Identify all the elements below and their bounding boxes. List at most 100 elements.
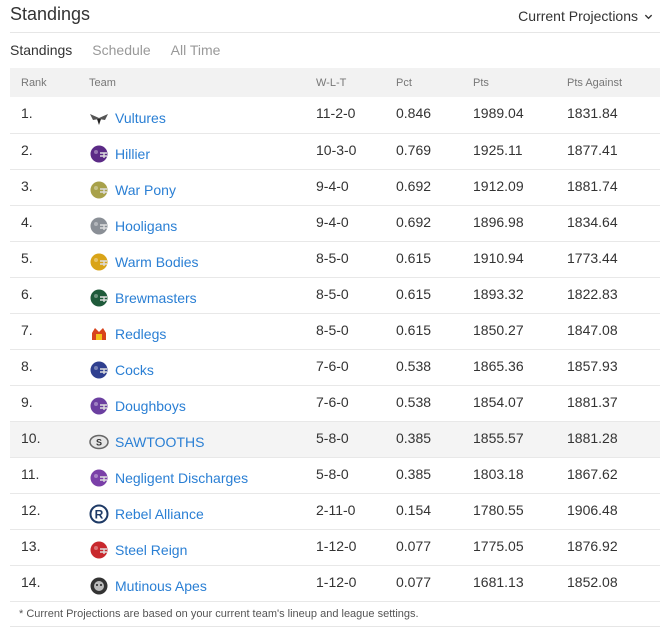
team-link[interactable]: Warm Bodies [115,254,199,270]
pts-cell: 1775.05 [473,537,524,554]
table-row: 10. S SAWTOOTHS 5-8-0 0.385 1855.57 1881.28 [10,421,660,457]
pts-cell: 1912.09 [473,177,524,194]
col-team: Team [89,76,116,89]
pct-cell: 0.154 [396,501,432,518]
pts-cell: 1989.04 [473,105,524,121]
pts-cell: 1893.32 [473,285,524,302]
pts-against-cell: 1834.64 [567,213,618,230]
pts-cell: 1850.27 [473,321,524,338]
wlt-cell: 9-4-0 [316,177,349,194]
pct-cell: 0.385 [396,429,432,446]
footnote: * Current Projections are based on your … [19,608,419,620]
pct-cell: 0.385 [396,465,432,482]
col-rank: Rank [21,76,47,89]
rank-cell: 14. [21,573,41,590]
table-row: 6. Brewmasters 8-5-0 0.615 1893.32 1822.83 [10,277,660,313]
team-logo-icon [90,181,108,199]
team-logo-icon [90,253,108,271]
pct-cell: 0.769 [396,141,432,158]
team-link[interactable]: Redlegs [115,326,166,342]
pct-cell: 0.538 [396,357,432,374]
team-logo-icon [90,469,108,487]
team-logo-icon [90,289,108,307]
team-link[interactable]: Hillier [115,146,150,162]
projection-label: Current Projections [518,8,638,24]
pct-cell: 0.538 [396,393,432,410]
team-link[interactable]: Hooligans [115,218,177,234]
table-row: 5. Warm Bodies 8-5-0 0.615 1910.94 1773.44 [10,241,660,277]
team-link[interactable]: Brewmasters [115,290,197,306]
pts-against-cell: 1877.41 [567,141,618,158]
table-row: 3. War Pony 9-4-0 0.692 1912.09 1881.74 [10,169,660,205]
team-link[interactable]: Vultures [115,110,166,126]
projection-dropdown[interactable]: Current Projections [518,8,653,24]
pts-cell: 1681.13 [473,573,524,590]
team-link[interactable]: War Pony [115,182,176,198]
team-cell: Brewmasters [89,277,316,313]
team-cell: Hillier [89,133,316,169]
pct-cell: 0.615 [396,249,432,266]
wlt-cell: 8-5-0 [316,249,349,266]
pct-cell: 0.846 [396,105,432,121]
team-cell: Mutinous Apes [89,565,316,601]
col-pts-against: Pts Against [567,76,623,89]
pts-cell: 1865.36 [473,357,524,374]
team-cell: Doughboys [89,385,316,421]
team-link[interactable]: Negligent Discharges [115,470,248,486]
team-link[interactable]: Cocks [115,362,154,378]
table-row: 8. Cocks 7-6-0 0.538 1865.36 1857.93 [10,349,660,385]
team-cell: Warm Bodies [89,241,316,277]
team-link[interactable]: Rebel Alliance [115,506,204,522]
rank-cell: 4. [21,213,33,230]
table-row: 7. Redlegs 8-5-0 0.615 1850.27 1847.08 [10,313,660,349]
standings-table: Rank Team W-L-T Pct Pts Pts Against 1. Vu… [10,68,660,602]
team-logo-icon [90,113,108,125]
team-link[interactable]: Mutinous Apes [115,578,207,594]
team-cell: S SAWTOOTHS [89,421,316,457]
team-cell: Vultures [89,97,316,133]
team-cell: R Rebel Alliance [89,493,316,529]
wlt-cell: 11-2-0 [316,105,356,121]
pts-against-cell: 1847.08 [567,321,618,338]
team-logo-icon [90,361,108,379]
rank-cell: 2. [21,141,33,158]
wlt-cell: 8-5-0 [316,285,349,302]
rank-cell: 7. [21,321,33,338]
rank-cell: 10. [21,429,41,446]
team-cell: Steel Reign [89,529,316,565]
pts-cell: 1803.18 [473,465,524,482]
pts-cell: 1910.94 [473,249,524,266]
rank-cell: 9. [21,393,33,410]
pts-against-cell: 1906.48 [567,501,618,518]
tab-bar: Standings Schedule All Time [10,42,240,58]
team-link[interactable]: Doughboys [115,398,186,414]
pts-cell: 1780.55 [473,501,524,518]
team-cell: Redlegs [89,313,316,349]
pts-against-cell: 1831.84 [567,105,618,121]
tab-schedule[interactable]: Schedule [92,42,150,58]
tab-standings[interactable]: Standings [10,42,72,58]
pts-against-cell: 1852.08 [567,573,618,590]
pct-cell: 0.077 [396,573,432,590]
team-link[interactable]: Steel Reign [115,542,187,558]
team-logo-icon [92,328,106,340]
tab-all-time[interactable]: All Time [171,42,221,58]
table-row: 11. Negligent Discharges 5-8-0 0.385 1803.18… [10,457,660,493]
chevron-down-icon [644,14,653,19]
table-row: 13. Steel Reign 1-12-0 0.077 1775.05 1876.92 [10,529,660,565]
rank-cell: 5. [21,249,33,266]
rank-cell: 12. [21,501,41,518]
team-cell: Cocks [89,349,316,385]
team-link[interactable]: SAWTOOTHS [115,434,204,450]
table-row: 9. Doughboys 7-6-0 0.538 1854.07 1881.37 [10,385,660,421]
team-logo-icon [90,145,108,163]
header-divider [10,32,660,33]
wlt-cell: 7-6-0 [316,357,349,374]
table-row: 12. R Rebel Alliance 2-11-0 0.154 1780.55 1906… [10,493,660,529]
wlt-cell: 5-8-0 [316,429,349,446]
pts-cell: 1855.57 [473,429,524,446]
team-logo-icon [90,217,108,235]
pct-cell: 0.692 [396,213,432,230]
pct-cell: 0.077 [396,537,432,554]
team-logo-icon: R [89,504,109,524]
